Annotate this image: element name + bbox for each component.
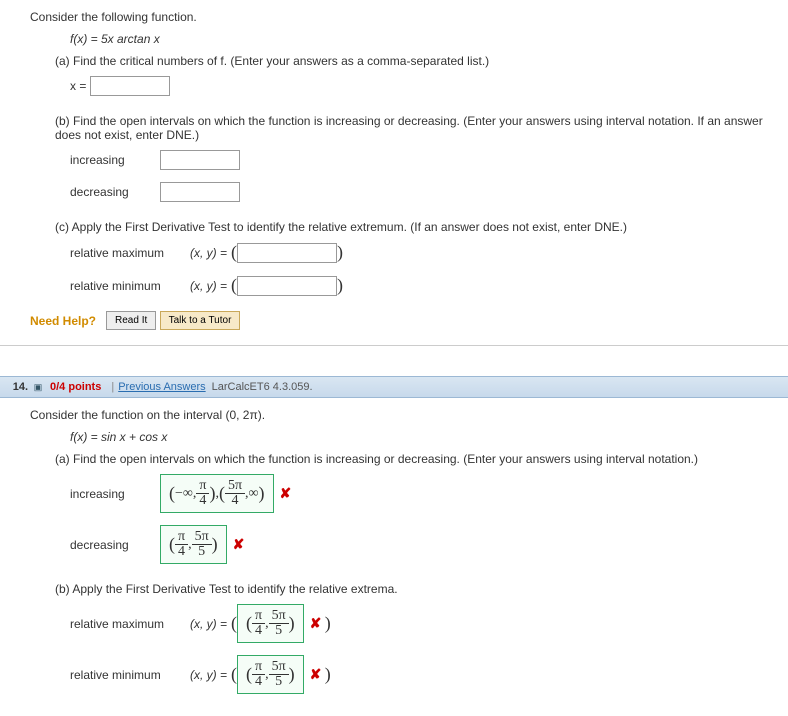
increasing-row: increasing: [70, 150, 773, 170]
question-14-header: 14. ▣ 0/4 points | Previous Answers LarC…: [0, 376, 788, 398]
increasing-row: increasing (−∞, π4 ),( 5π4 ,∞) ✘: [70, 474, 773, 513]
question-14: Consider the function on the interval (0…: [0, 398, 788, 716]
part-b-label: (b) Apply the First Derivative Test to i…: [55, 582, 773, 596]
part-c-label: (c) Apply the First Derivative Test to i…: [55, 220, 773, 234]
previous-answers-link[interactable]: Previous Answers: [118, 381, 205, 393]
decreasing-row: decreasing: [70, 182, 773, 202]
close-paren: ): [325, 613, 331, 634]
decreasing-input[interactable]: [160, 182, 240, 202]
need-help-bar: Need Help? Read It Talk to a Tutor: [30, 311, 773, 330]
xy-label: (x, y) =: [190, 279, 227, 293]
rel-min-label: relative minimum: [70, 668, 180, 682]
wrong-icon: ✘: [233, 536, 245, 553]
rel-min-answer[interactable]: ( π4, 5π5 ): [237, 655, 304, 694]
intro-text: Consider the function on the interval (0…: [30, 408, 773, 422]
wrong-icon: ✘: [280, 485, 292, 502]
rel-max-label: relative maximum: [70, 246, 180, 260]
function-def: f(x) = 5x arctan x: [70, 32, 773, 46]
decreasing-answer[interactable]: ( π4, 5π5 ): [160, 525, 227, 564]
need-help-label: Need Help?: [30, 314, 96, 328]
source-label: LarCalcET6 4.3.059.: [212, 381, 313, 393]
rel-max-answer[interactable]: ( π4, 5π5 ): [237, 604, 304, 643]
expand-icon[interactable]: ▣: [32, 381, 44, 393]
xy-label: (x, y) =: [190, 246, 227, 260]
increasing-input[interactable]: [160, 150, 240, 170]
x-equals-row: x =: [70, 76, 773, 96]
function-def: f(x) = sin x + cos x: [70, 430, 773, 444]
question-13: Consider the following function. f(x) = …: [0, 0, 788, 346]
part-a-label: (a) Find the open intervals on which the…: [55, 452, 773, 466]
spacer: [0, 346, 788, 376]
decreasing-row: decreasing ( π4, 5π5 ) ✘: [70, 525, 773, 564]
rel-max-input[interactable]: [237, 243, 337, 263]
part-a-label: (a) Find the critical numbers of f. (Ent…: [55, 54, 773, 68]
xy-label: (x, y) =: [190, 617, 227, 631]
increasing-label: increasing: [70, 487, 150, 501]
rel-max-row: relative maximum (x, y) = ( ( π4, 5π5 ) …: [70, 604, 773, 643]
points-label: 0/4 points: [50, 381, 101, 393]
close-paren: ): [337, 242, 343, 263]
critical-numbers-input[interactable]: [90, 76, 170, 96]
decreasing-label: decreasing: [70, 185, 150, 199]
rel-max-label: relative maximum: [70, 617, 180, 631]
wrong-icon: ✘: [310, 615, 322, 632]
increasing-answer[interactable]: (−∞, π4 ),( 5π4 ,∞): [160, 474, 274, 513]
rel-max-row: relative maximum (x, y) = ( ): [70, 242, 773, 263]
x-equals-label: x =: [70, 79, 86, 93]
xy-label: (x, y) =: [190, 668, 227, 682]
separator: |: [111, 381, 114, 393]
rel-min-label: relative minimum: [70, 279, 180, 293]
wrong-icon: ✘: [310, 666, 322, 683]
read-it-button[interactable]: Read It: [106, 311, 156, 330]
talk-to-tutor-button[interactable]: Talk to a Tutor: [160, 311, 241, 330]
increasing-label: increasing: [70, 153, 150, 167]
intro-text: Consider the following function.: [30, 10, 773, 24]
part-b-label: (b) Find the open intervals on which the…: [55, 114, 773, 142]
close-paren: ): [337, 275, 343, 296]
close-paren: ): [325, 664, 331, 685]
rel-min-input[interactable]: [237, 276, 337, 296]
decreasing-label: decreasing: [70, 538, 150, 552]
rel-min-row: relative minimum (x, y) = ( ( π4, 5π5 ) …: [70, 655, 773, 694]
question-number: 14.: [8, 381, 28, 393]
rel-min-row: relative minimum (x, y) = ( ): [70, 275, 773, 296]
